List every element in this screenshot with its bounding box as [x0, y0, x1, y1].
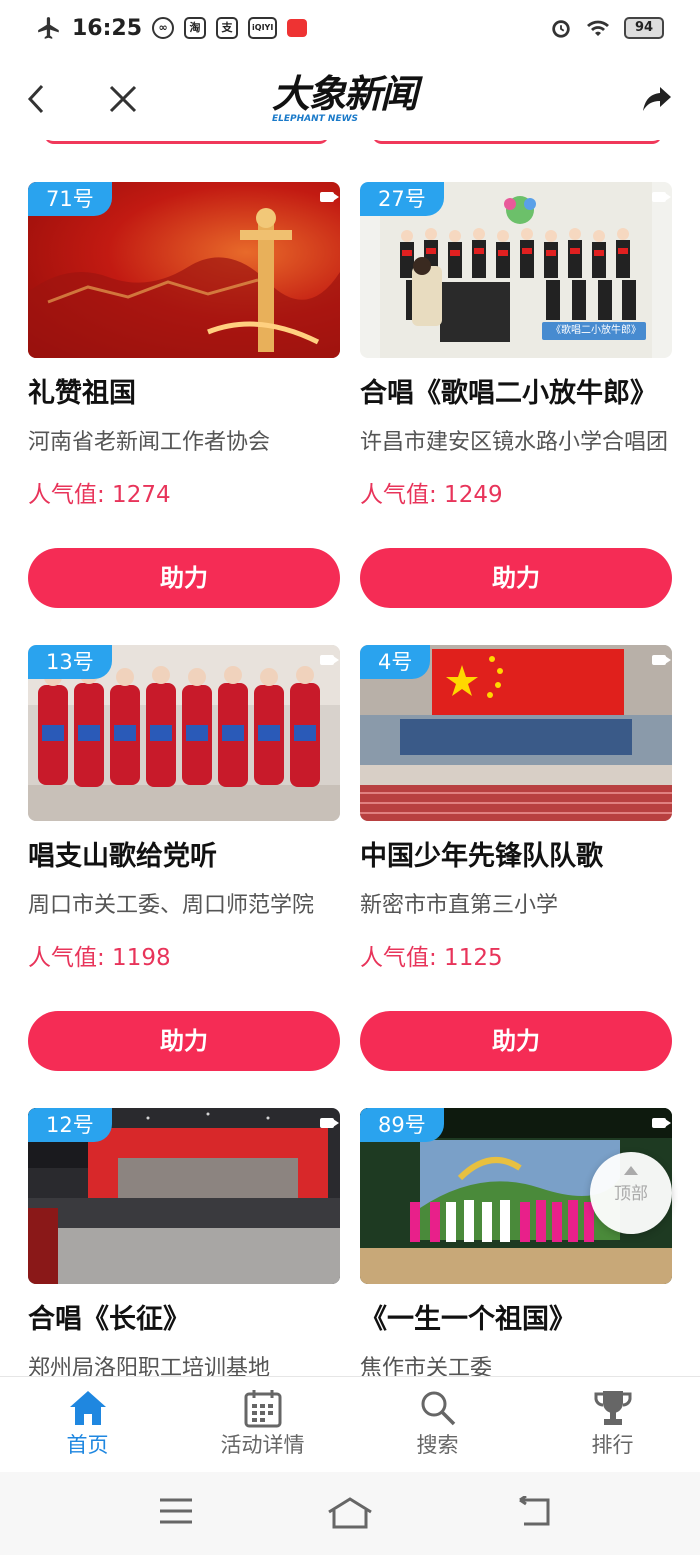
previous-boost-button-edge: [44, 140, 329, 144]
alipay-app-icon: 支: [216, 17, 239, 39]
close-icon: [109, 85, 137, 113]
entry-number-badge: 12号: [28, 1108, 112, 1142]
bottom-tab-bar: 首页 活动详情 搜索 排行: [0, 1376, 700, 1472]
notification-red-icon: [287, 19, 308, 37]
tab-label: 搜索: [416, 1433, 459, 1457]
nav-header: 大象新闻 ELEPHANT NEWS: [0, 56, 700, 140]
iqiyi-app-icon: iQIYI: [248, 17, 278, 39]
entry-organization: 新密市市直第三小学: [360, 893, 559, 918]
entry-title: 合唱《长征》: [28, 1304, 190, 1335]
battery-icon: 94: [624, 17, 664, 39]
back-to-top-label: 顶部: [614, 1184, 648, 1204]
entry-number-badge: 4号: [360, 645, 431, 679]
thumbnail-caption: 《歌唱二小放牛郎》: [551, 325, 641, 336]
entry-card[interactable]: 13号 唱支山歌给党听 周口市关工委、周口师范学院 人气值: 1198 助力: [28, 645, 340, 1071]
video-icon: [652, 192, 671, 202]
taobao-app-icon: 淘: [184, 17, 207, 39]
previous-boost-button-edge: [372, 140, 662, 144]
arrow-up-icon: [624, 1166, 638, 1175]
entry-number-badge: 13号: [28, 645, 112, 679]
entry-title: 礼赞祖国: [28, 378, 136, 409]
entry-card[interactable]: 71号 礼赞祖国 河南省老新闻工作者协会 人气值: 1274 助力: [28, 182, 340, 608]
back-button[interactable]: [12, 74, 62, 124]
entry-card[interactable]: 12号 合唱《长征》 郑州局洛阳职工培训基地: [28, 1108, 340, 1376]
airplane-mode-icon: [38, 17, 59, 39]
boost-button[interactable]: 助力: [360, 1011, 672, 1071]
search-icon: [421, 1391, 455, 1426]
entry-title: 《一生一个祖国》: [360, 1304, 576, 1335]
tab-label: 活动详情: [220, 1433, 305, 1457]
notification-app-icon: ∞: [152, 17, 175, 39]
entry-organization: 郑州局洛阳职工培训基地: [28, 1356, 271, 1376]
tab-ranking[interactable]: 排行: [525, 1377, 700, 1472]
back-system-button[interactable]: [514, 1494, 552, 1532]
entry-card[interactable]: 4号 中国少年先锋队队歌 新密市市直第三小学 人气值: 1125 助力: [360, 645, 672, 1071]
return-icon: [519, 1494, 550, 1526]
entry-organization: 焦作市关工委: [360, 1356, 493, 1376]
entry-card[interactable]: 《歌唱二小放牛郎》 27号 合唱《歌唱二小放牛郎》 许昌市建安区镜水路小学合唱团…: [360, 182, 672, 608]
entry-title: 中国少年先锋队队歌: [360, 841, 603, 872]
logo-chinese-text: 大象新闻: [272, 72, 418, 116]
entry-organization: 周口市关工委、周口师范学院: [28, 893, 315, 918]
video-icon: [652, 1118, 671, 1128]
menu-icon: [160, 1498, 192, 1524]
popularity-value: 人气值: 1198: [28, 945, 171, 971]
boost-button[interactable]: 助力: [28, 1011, 340, 1071]
entry-number-badge: 89号: [360, 1108, 444, 1142]
entry-thumbnail[interactable]: 4号: [360, 645, 672, 821]
popularity-value: 人气值: 1125: [360, 945, 503, 971]
tab-label: 首页: [66, 1433, 109, 1457]
status-time: 16:25: [72, 15, 143, 41]
video-icon: [320, 655, 339, 665]
popularity-value: 人气值: 1274: [28, 482, 171, 508]
logo-english-text: ELEPHANT NEWS: [272, 114, 359, 124]
wifi-icon: [587, 20, 609, 36]
entry-organization: 许昌市建安区镜水路小学合唱团: [360, 430, 669, 455]
chevron-left-icon: [27, 84, 44, 114]
entry-organization: 河南省老新闻工作者协会: [28, 430, 271, 455]
tab-activity-details[interactable]: 活动详情: [175, 1377, 350, 1472]
entry-thumbnail[interactable]: 《歌唱二小放牛郎》 27号: [360, 182, 672, 358]
share-button[interactable]: [632, 74, 682, 124]
alarm-icon: [552, 20, 570, 38]
home-outline-icon: [328, 1497, 372, 1529]
entry-thumbnail[interactable]: 13号: [28, 645, 340, 821]
entry-card[interactable]: 89号 《一生一个祖国》 焦作市关工委: [360, 1108, 672, 1376]
status-bar: 16:25 ∞ 淘 支 iQIYI 94: [0, 0, 700, 56]
tab-search[interactable]: 搜索: [350, 1377, 525, 1472]
video-icon: [652, 655, 671, 665]
share-icon: [643, 87, 671, 111]
system-navigation-bar: [0, 1472, 700, 1555]
calendar-icon: [244, 1390, 281, 1428]
entry-thumbnail[interactable]: 71号: [28, 182, 340, 358]
elephant-news-logo: 大象新闻 ELEPHANT NEWS: [272, 74, 432, 124]
menu-button[interactable]: [158, 1496, 194, 1530]
back-to-top-button[interactable]: 顶部: [590, 1152, 672, 1234]
popularity-value: 人气值: 1249: [360, 482, 503, 508]
tab-label: 排行: [591, 1433, 634, 1457]
entry-number-badge: 71号: [28, 182, 112, 216]
close-button[interactable]: [98, 74, 148, 124]
entry-title: 合唱《歌唱二小放牛郎》: [360, 378, 657, 409]
boost-button[interactable]: 助力: [360, 548, 672, 608]
entry-title: 唱支山歌给党听: [28, 841, 217, 872]
video-icon: [320, 192, 339, 202]
tab-home[interactable]: 首页: [0, 1377, 175, 1472]
boost-button[interactable]: 助力: [28, 548, 340, 608]
video-icon: [320, 1118, 339, 1128]
trophy-icon: [594, 1391, 631, 1425]
home-icon: [69, 1391, 106, 1425]
home-button[interactable]: [326, 1496, 374, 1534]
entry-number-badge: 27号: [360, 182, 444, 216]
entry-thumbnail[interactable]: 12号: [28, 1108, 340, 1284]
